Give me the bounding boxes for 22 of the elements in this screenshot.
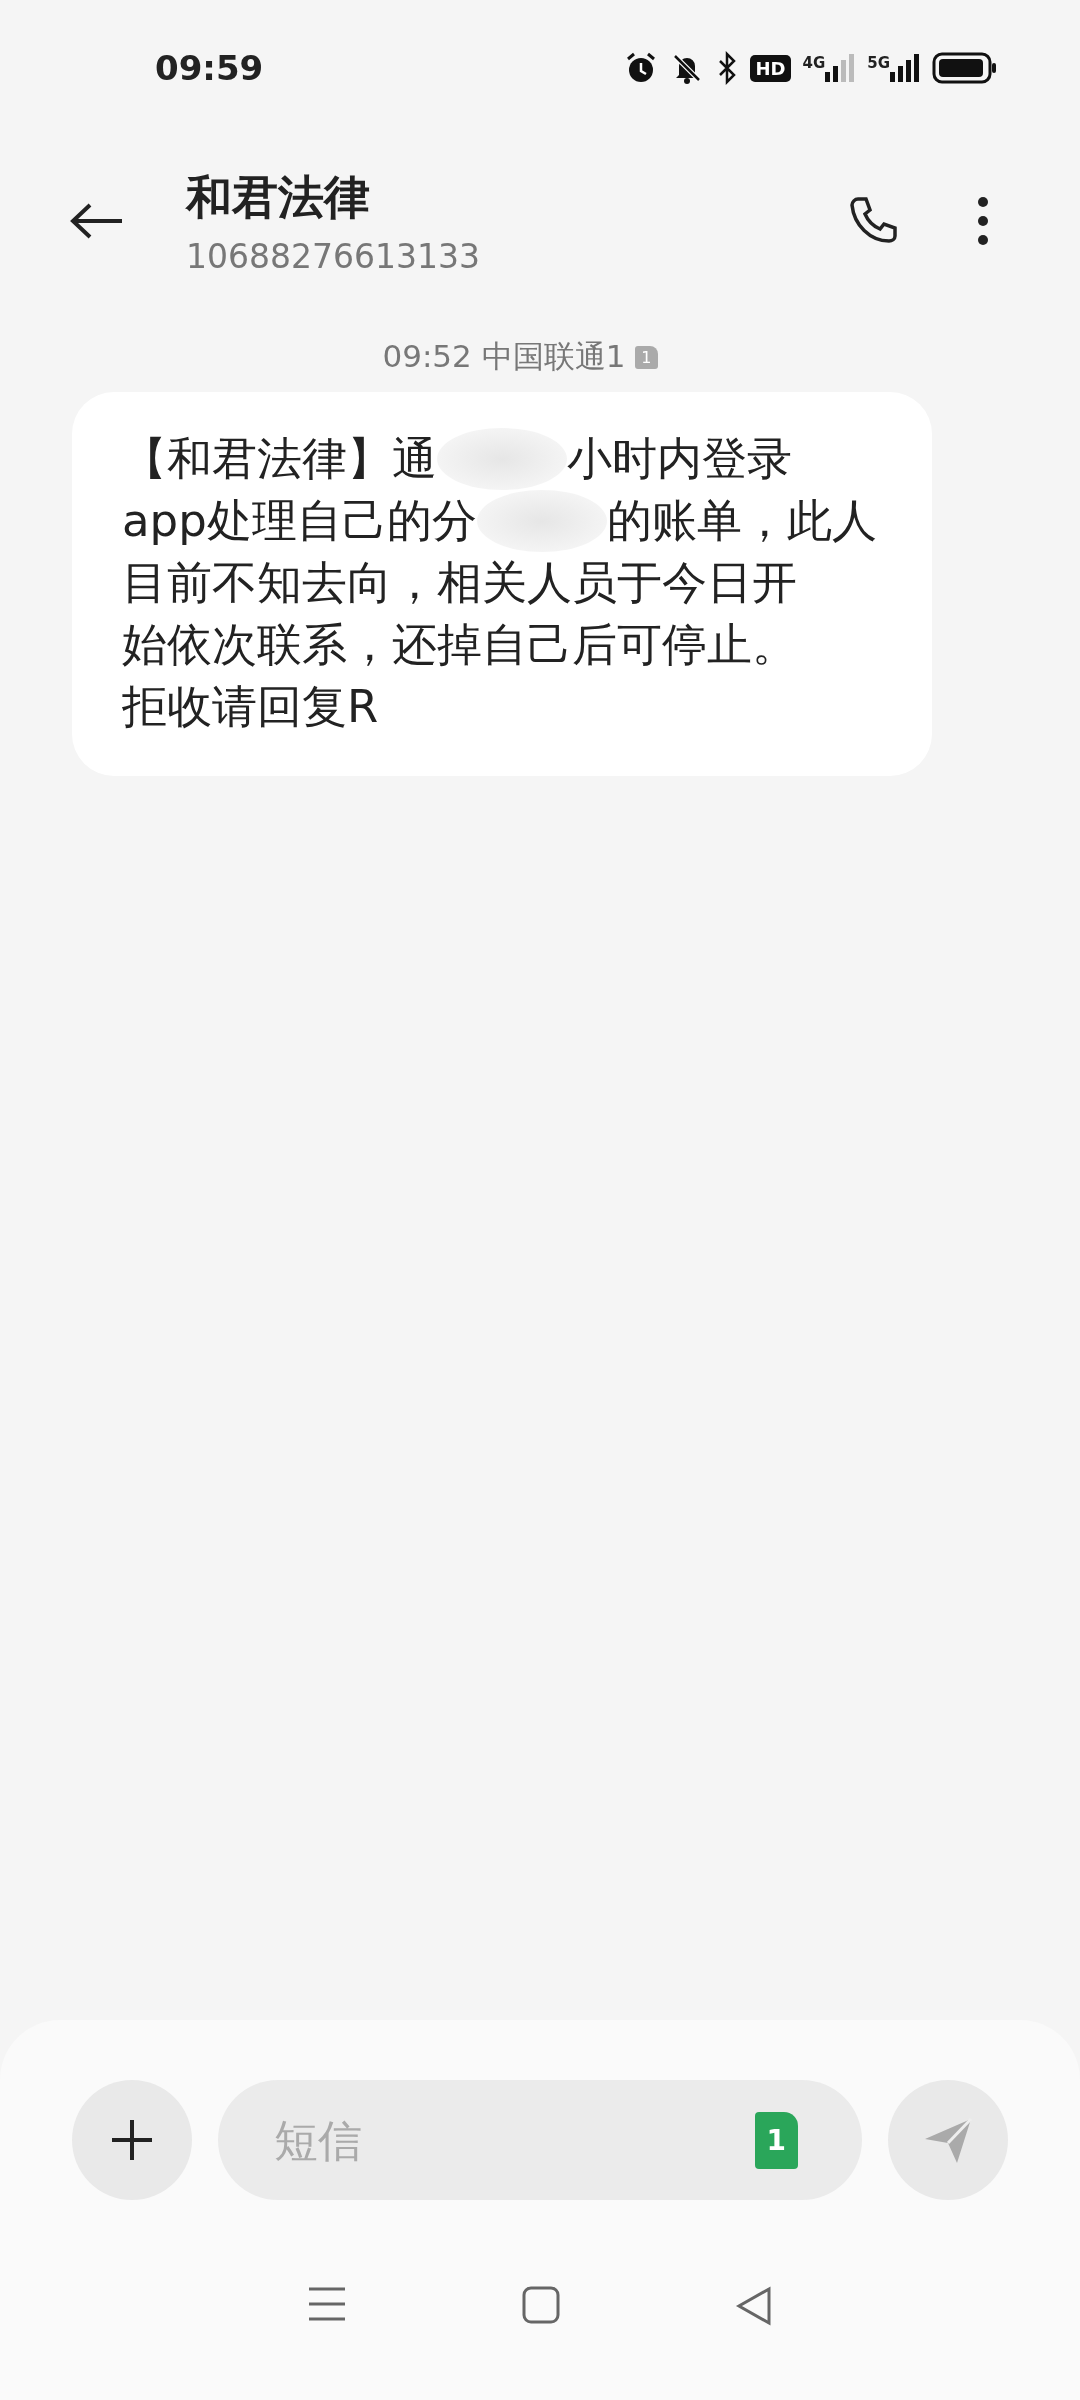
message-time: 09:52 中国联通1 bbox=[382, 337, 626, 376]
home-icon[interactable] bbox=[522, 2286, 560, 2324]
plus-icon bbox=[109, 2117, 155, 2163]
message-text: app处理自己的分 bbox=[122, 493, 477, 549]
message-text: 始依次联系，还掉自己后可停止。 bbox=[122, 617, 797, 673]
message-text: 【和君法律】通 bbox=[122, 431, 437, 487]
back-icon[interactable] bbox=[68, 201, 124, 241]
sim-icon: 1 bbox=[635, 345, 658, 369]
message-text: 目前不知去向，相关人员于今日开 bbox=[122, 555, 797, 611]
message-text: 的账单，此人 bbox=[606, 493, 877, 549]
contact-number: 10688276613133 bbox=[186, 236, 481, 276]
battery-icon bbox=[932, 52, 998, 84]
menu-icon[interactable] bbox=[307, 2286, 348, 2322]
message-text: 拒收请回复R bbox=[122, 679, 379, 735]
status-time: 09:59 bbox=[155, 48, 264, 88]
message-text: 小时内登录 bbox=[567, 431, 792, 487]
more-icon[interactable] bbox=[976, 196, 990, 246]
message-input[interactable]: 短信 1 bbox=[218, 2080, 862, 2200]
sim-icon[interactable]: 1 bbox=[754, 2111, 798, 2169]
contact-name: 和君法律 bbox=[186, 168, 371, 226]
hd-badge: HD bbox=[750, 54, 791, 82]
back-nav-icon[interactable] bbox=[734, 2286, 773, 2326]
